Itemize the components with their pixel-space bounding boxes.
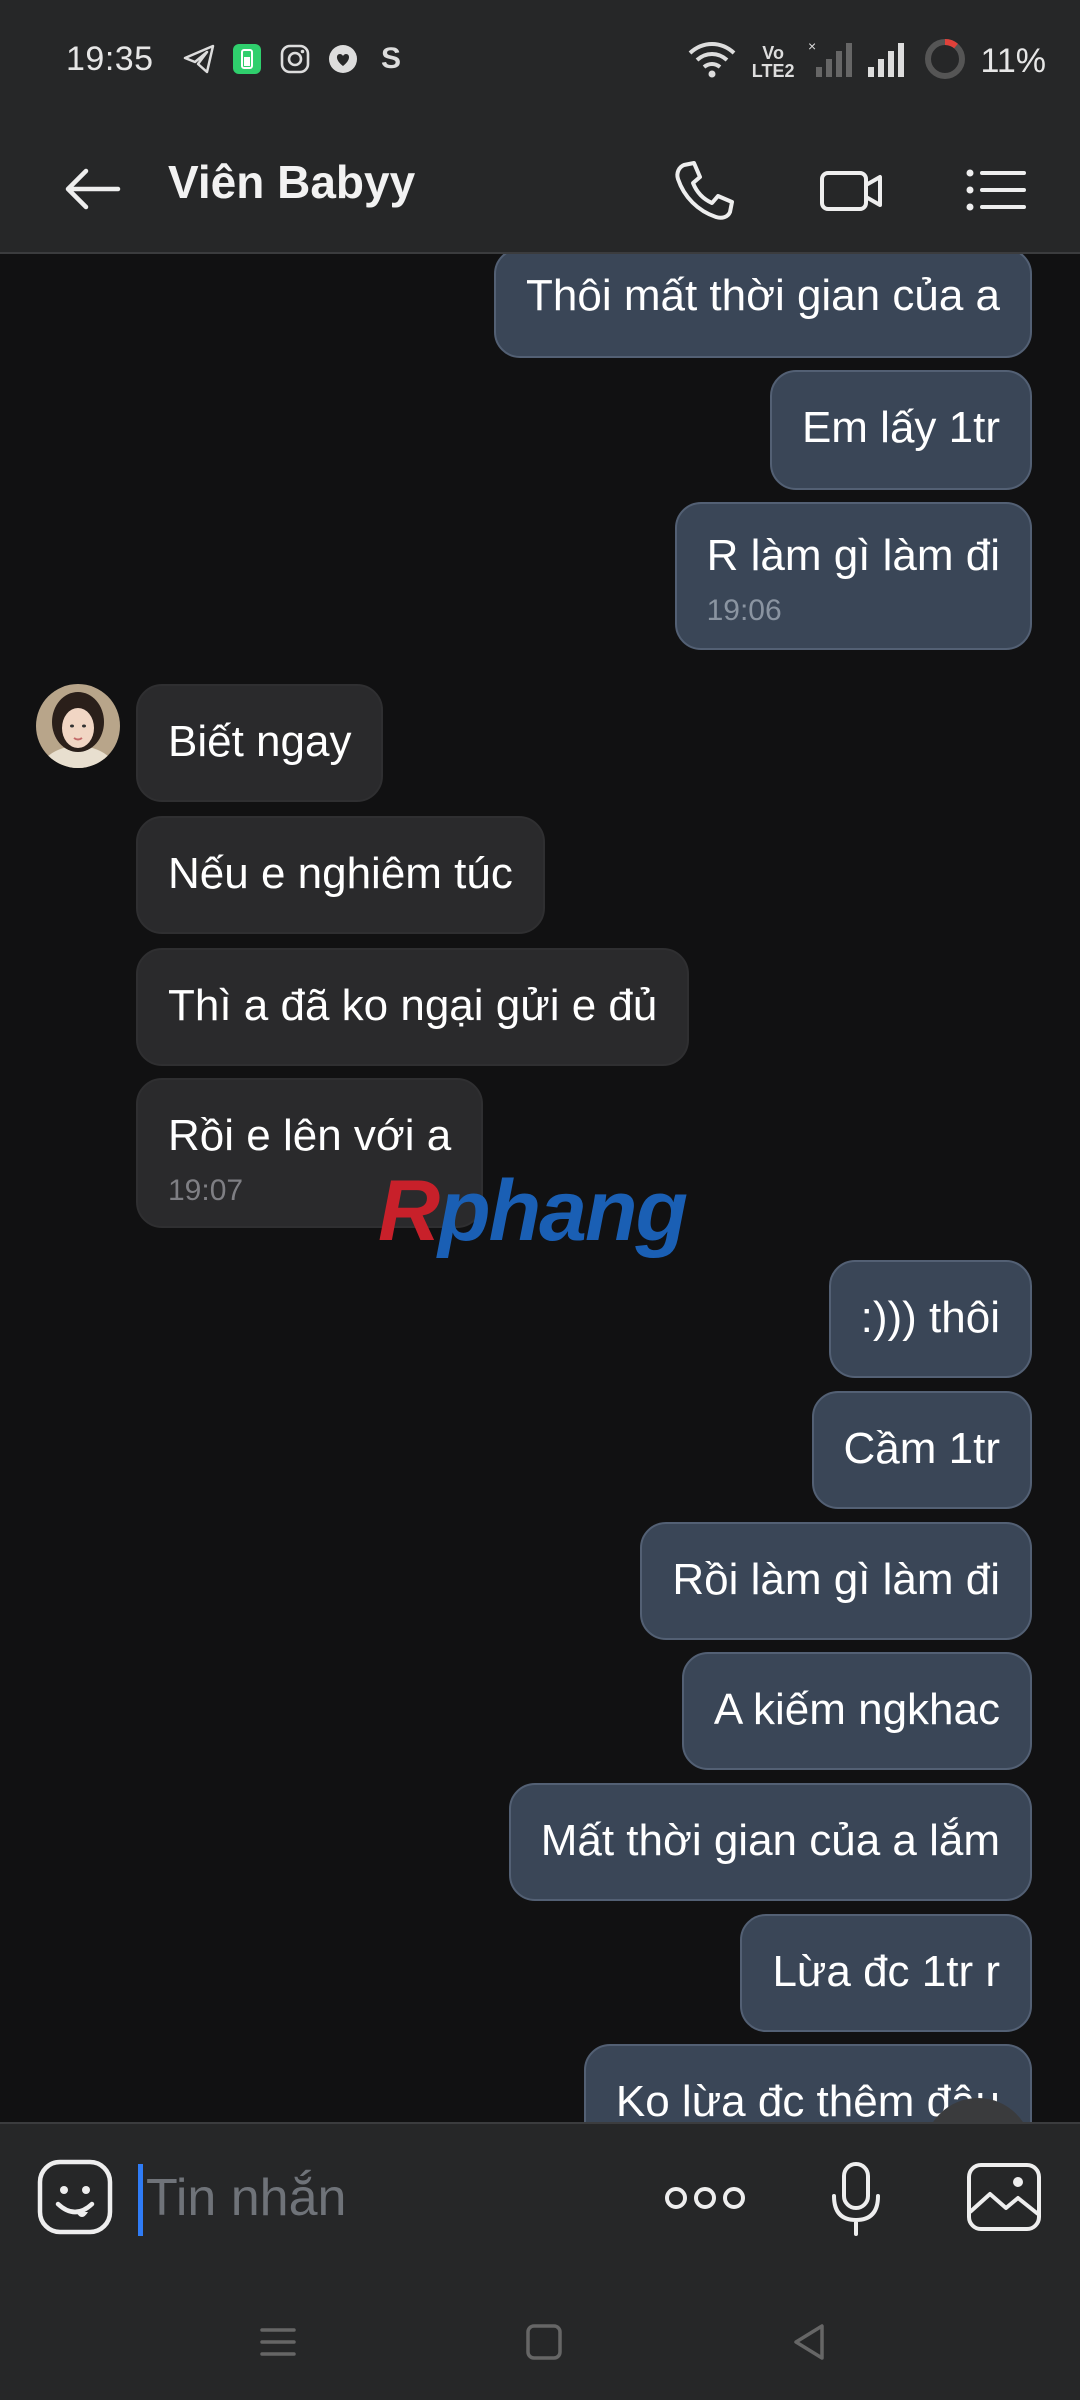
message-time: 19:06 (706, 594, 782, 627)
message-outgoing[interactable]: Mất thời gian của a lắm (508, 1783, 1032, 1901)
menu-icon (260, 2328, 296, 2356)
menu-list-icon (966, 169, 1026, 211)
signal-off-icon: × (808, 38, 853, 84)
message-outgoing[interactable]: :))) thôi (828, 1260, 1032, 1378)
message-outgoing[interactable]: Lừa đc 1tr r (740, 1914, 1032, 2032)
message-text: Em lấy 1tr (801, 403, 1000, 452)
more-dots-icon (665, 2187, 745, 2209)
watermark-r: R (378, 1163, 440, 1259)
message-outgoing[interactable]: Rồi làm gì làm đi (640, 1522, 1032, 1640)
video-call-button[interactable] (816, 155, 886, 225)
message-text: Thôi mất thời gian của a (526, 271, 1000, 320)
emoji-icon (37, 2159, 113, 2235)
image-icon (967, 2163, 1041, 2231)
phone-icon (675, 161, 734, 220)
message-outgoing[interactable]: Thôi mất thời gian của a (494, 254, 1032, 358)
message-text: A kiếm ngkhac (713, 1685, 1000, 1734)
message-text: :))) thôi (860, 1293, 1000, 1342)
message-text: Biết ngay (168, 717, 352, 766)
message-input[interactable]: Tin nhắn (146, 2162, 626, 2234)
message-composer: Tin nhắn (0, 2122, 1080, 2282)
svg-text:×: × (808, 39, 816, 54)
microphone-icon (832, 2162, 880, 2236)
recent-apps-button[interactable] (256, 2320, 300, 2364)
back-arrow-icon (65, 168, 121, 210)
message-incoming[interactable]: Biết ngay (136, 684, 384, 802)
message-list[interactable]: Thôi mất thời gian của a Em lấy 1tr R là… (0, 254, 1080, 2122)
message-outgoing[interactable]: R làm gì làm đi 19:06 (674, 502, 1032, 650)
battery-percent: 11% (980, 42, 1046, 80)
instagram-icon (278, 42, 312, 76)
volte-icon: Vo LTE2 (751, 42, 795, 81)
heart-icon (326, 42, 360, 76)
watermark: Rphang (378, 1162, 688, 1261)
emoji-button[interactable] (36, 2158, 114, 2236)
skype-icon: S (380, 42, 401, 75)
message-text: Rồi e lên với a (168, 1111, 452, 1160)
wifi-icon (686, 39, 738, 84)
message-text: Thì a đã ko ngại gửi e đủ (168, 981, 658, 1030)
message-text: Cầm 1tr (843, 1424, 1000, 1473)
battery-saver-icon (230, 42, 264, 76)
voice-record-button[interactable] (826, 2160, 886, 2238)
more-options-button[interactable] (662, 2168, 748, 2228)
message-text: Rồi làm gì làm đi (672, 1555, 1000, 1604)
text-cursor (138, 2164, 143, 2236)
video-call-icon (820, 171, 882, 211)
message-text: Lừa đc 1tr r (772, 1947, 1000, 1996)
chat-header: Viên Babyy (0, 125, 1080, 254)
send-image-button[interactable] (966, 2162, 1042, 2232)
triangle-back-icon (794, 2324, 824, 2360)
signal-icon (866, 39, 910, 84)
message-text: Nếu e nghiêm túc (168, 849, 513, 898)
message-text: Mất thời gian của a lắm (540, 1816, 1000, 1865)
contact-avatar[interactable] (36, 684, 120, 768)
home-button[interactable] (522, 2320, 566, 2364)
back-button[interactable] (60, 159, 130, 219)
system-navigation-bar (0, 2280, 1080, 2400)
system-icons: Vo LTE2 × 11% (686, 38, 1046, 85)
notification-icons: S (182, 42, 408, 76)
message-incoming[interactable]: Nếu e nghiêm túc (136, 816, 545, 934)
battery-icon (924, 38, 966, 85)
watermark-text: phang (438, 1163, 688, 1259)
message-text: R làm gì làm đi (706, 531, 1000, 580)
telegram-icon (182, 42, 216, 76)
message-outgoing[interactable]: Cầm 1tr (811, 1391, 1032, 1509)
contact-name[interactable]: Viên Babyy (168, 155, 415, 209)
message-outgoing[interactable]: A kiếm ngkhac (681, 1652, 1032, 1770)
status-bar: 19:35 S Vo LTE2 × 11% (0, 0, 1080, 125)
message-incoming[interactable]: Thì a đã ko ngại gửi e đủ (136, 948, 690, 1066)
call-button[interactable] (670, 155, 740, 225)
status-time: 19:35 (66, 40, 154, 78)
menu-button[interactable] (960, 155, 1030, 225)
message-outgoing[interactable]: Em lấy 1tr (769, 370, 1032, 490)
back-nav-button[interactable] (788, 2320, 832, 2364)
square-icon (526, 2324, 562, 2360)
